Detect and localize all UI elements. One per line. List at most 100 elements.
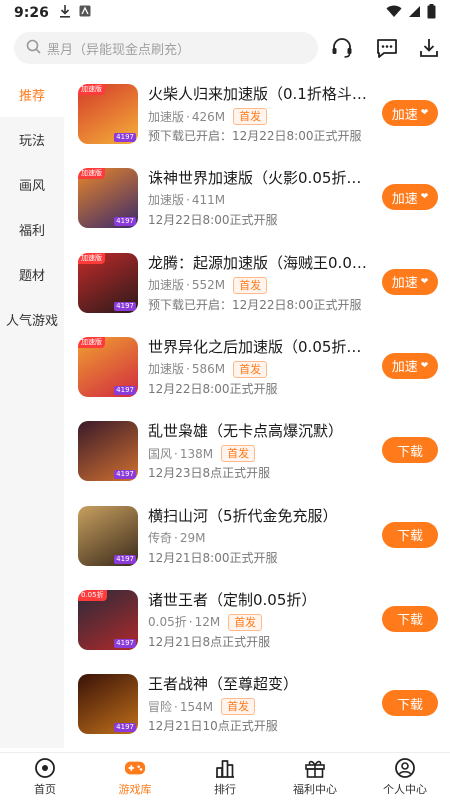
download-button[interactable]: 下载 xyxy=(382,437,438,464)
game-row[interactable]: 4197 王者战神（至尊超变） 冒险 · 154M 首发 12月21日10点正式开服 下载 xyxy=(64,674,450,748)
search-icon xyxy=(26,39,41,58)
message-icon[interactable] xyxy=(373,34,401,62)
game-row[interactable]: 加速版 4197 火柴人归来加速版（0.1折格斗版） 加速版 · 426M 首发 预下载已开启… xyxy=(64,84,450,168)
meta-separator: · xyxy=(186,362,190,377)
accelerate-button[interactable]: 加速 ❤ xyxy=(382,100,438,126)
game-row[interactable]: 4197 横扫山河（5折代金免充服） 传奇 · 29M 12月21日8:00正式开服 下载 xyxy=(64,505,450,590)
sidebar-item-label: 推荐 xyxy=(18,89,45,104)
heart-icon: ❤ xyxy=(420,276,429,287)
sidebar-item-theme[interactable]: 题材 xyxy=(0,252,64,297)
button-label: 加速 xyxy=(391,107,418,123)
nav-game-library[interactable]: 游戏库 xyxy=(90,753,180,800)
thumbnail-corner-label: 加速版 xyxy=(78,252,105,264)
game-title: 诛神世界加速版（火影0.05折跑酷... xyxy=(148,169,370,188)
accelerate-button[interactable]: 加速 ❤ xyxy=(382,268,438,295)
game-meta: 0.05折 · 12M 首发 xyxy=(148,613,263,631)
button-label: 下载 xyxy=(396,444,423,460)
heart-icon: ❤ xyxy=(420,192,429,203)
game-server-note: 12月21日8:00正式开服 xyxy=(148,550,278,565)
meta-separator: · xyxy=(174,699,178,714)
game-meta: 加速版 · 411M xyxy=(148,192,225,208)
nav-label: 个人中心 xyxy=(383,782,427,796)
sidebar-item-popular[interactable]: 人气游戏 xyxy=(0,297,64,342)
button-label: 下载 xyxy=(396,697,423,713)
download-button[interactable]: 下载 xyxy=(382,690,438,717)
button-label: 加速 xyxy=(391,276,418,292)
accelerate-button[interactable]: 加速 ❤ xyxy=(382,184,438,211)
game-title: 火柴人归来加速版（0.1折格斗版） xyxy=(148,85,370,103)
download-status-icon xyxy=(59,4,71,22)
game-title: 诸世王者（定制0.05折） xyxy=(148,590,317,609)
game-row[interactable]: 0.05折 4197 诸世王者（定制0.05折） 0.05折 · 12M 首发 12月21日8… xyxy=(64,589,450,674)
nav-home[interactable]: 首页 xyxy=(0,753,90,800)
nav-personal-center[interactable]: 个人中心 xyxy=(360,753,450,800)
game-category: 加速版 xyxy=(148,278,185,293)
first-release-badge: 首发 xyxy=(228,613,263,631)
game-thumbnail[interactable]: 0.05折 4197 xyxy=(78,589,138,650)
nav-ranking[interactable]: 排行 xyxy=(180,753,270,800)
sidebar-item-gameplay[interactable]: 玩法 xyxy=(0,117,64,162)
search-bar[interactable]: 黑月（异能现金点刷充） xyxy=(14,32,318,64)
app-notification-icon xyxy=(79,5,91,21)
sidebar-item-recommend[interactable]: 推荐 xyxy=(0,72,64,117)
game-list: 加速版 4197 火柴人归来加速版（0.1折格斗版） 加速版 · 426M 首发 预下载已开启… xyxy=(64,72,450,748)
game-category: 加速版 xyxy=(148,109,185,124)
thumbnail-corner-label: 加速版 xyxy=(78,168,105,180)
download-button[interactable]: 下载 xyxy=(382,605,438,632)
game-thumbnail[interactable]: 加速版 4197 xyxy=(78,168,138,229)
game-thumbnail[interactable]: 加速版 4197 xyxy=(78,84,138,144)
category-sidebar: 推荐 玩法 画风 福利 题材 人气游戏 xyxy=(0,72,64,748)
meta-separator: · xyxy=(186,193,190,208)
ranking-icon xyxy=(214,757,236,779)
nav-welfare-center[interactable]: 福利中心 xyxy=(270,753,360,800)
game-category: 传奇 xyxy=(148,530,173,545)
game-size: 586M xyxy=(191,362,226,377)
thumbnail-tag: 4197 xyxy=(114,470,136,480)
game-meta: 加速版 · 426M 首发 xyxy=(148,108,268,125)
nav-label: 游戏库 xyxy=(118,782,152,796)
game-title: 世界异化之后加速版（0.05折百万... xyxy=(148,337,370,356)
game-thumbnail[interactable]: 4197 xyxy=(78,421,138,482)
download-manager-icon[interactable] xyxy=(415,34,443,62)
thumbnail-tag: 4197 xyxy=(114,638,136,648)
game-server-note: 12月22日8:00正式开服 xyxy=(148,381,278,396)
customer-service-icon[interactable] xyxy=(328,34,356,62)
game-row[interactable]: 加速版 4197 诛神世界加速版（火影0.05折跑酷... 加速版 · 411M 12月22… xyxy=(64,168,450,252)
user-icon xyxy=(394,757,416,779)
meta-separator: · xyxy=(188,615,193,630)
sidebar-item-welfare[interactable]: 福利 xyxy=(0,207,64,252)
game-thumbnail[interactable]: 4197 xyxy=(78,674,138,735)
nav-label: 排行 xyxy=(214,782,236,796)
game-category: 加速版 xyxy=(148,362,185,377)
game-size: 426M xyxy=(191,109,226,124)
meta-separator: · xyxy=(186,278,190,293)
download-button[interactable]: 下载 xyxy=(382,521,438,548)
game-server-note: 预下载已开启：12月22日8:00正式开服 xyxy=(148,297,362,312)
game-title: 乱世枭雄（无卡点高爆沉默） xyxy=(148,422,344,441)
game-thumbnail[interactable]: 加速版 4197 xyxy=(78,252,138,313)
meta-separator: · xyxy=(174,530,178,545)
thumbnail-tag: 4197 xyxy=(114,554,136,564)
status-bar: 9:26 xyxy=(0,0,450,26)
game-row[interactable]: 加速版 4197 世界异化之后加速版（0.05折百万... 加速版 · 586M 首发 12月… xyxy=(64,336,450,421)
button-label: 加速 xyxy=(391,360,418,376)
game-server-note: 12月22日8:00正式开服 xyxy=(148,213,278,228)
game-server-note: 12月23日8点正式开服 xyxy=(148,466,271,481)
accelerate-button[interactable]: 加速 ❤ xyxy=(382,352,438,379)
status-time: 9:26 xyxy=(14,5,49,21)
nav-label: 首页 xyxy=(34,782,56,796)
thumbnail-corner-label: 0.05折 xyxy=(78,589,107,601)
top-header: 黑月（异能现金点刷充） xyxy=(0,30,450,70)
game-category: 加速版 xyxy=(148,193,185,208)
game-row[interactable]: 4197 乱世枭雄（无卡点高爆沉默） 国风 · 138M 首发 12月23日8点正式开服 下载 xyxy=(64,421,450,505)
heart-icon: ❤ xyxy=(420,360,429,371)
sidebar-item-art-style[interactable]: 画风 xyxy=(0,162,64,207)
game-size: 154M xyxy=(179,699,214,714)
thumbnail-tag: 4197 xyxy=(114,723,136,733)
game-row[interactable]: 加速版 4197 龙腾：起源加速版（海贼王0.05折） 加速版 · 552M 首发 预下载已开… xyxy=(64,252,450,337)
game-thumbnail[interactable]: 4197 xyxy=(78,505,138,566)
first-release-badge: 首发 xyxy=(233,276,268,294)
game-thumbnail[interactable]: 加速版 4197 xyxy=(78,336,138,397)
button-label: 下载 xyxy=(396,613,423,629)
sidebar-item-label: 人气游戏 xyxy=(5,314,58,329)
